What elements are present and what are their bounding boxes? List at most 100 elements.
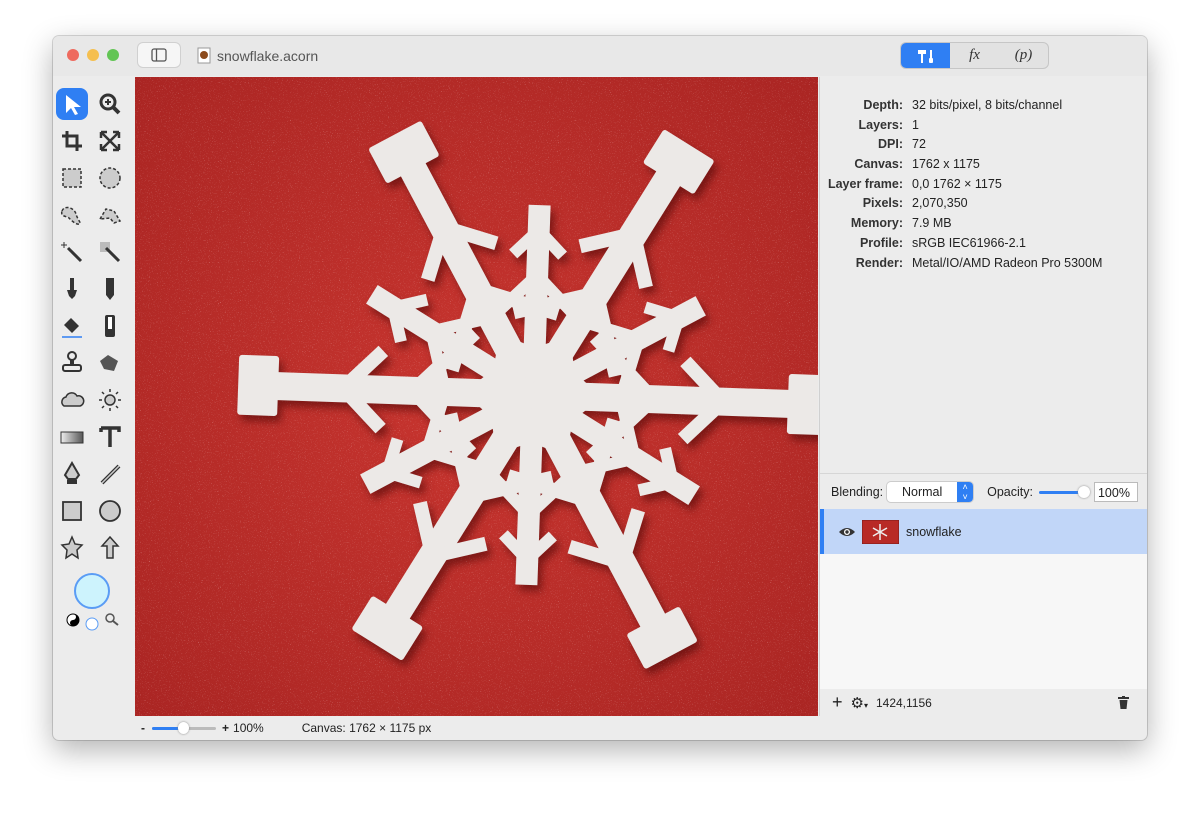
layers-footer: + ⚙▾ 1424,1156 <box>820 689 1147 716</box>
opacity-slider[interactable] <box>1038 485 1090 498</box>
paint-bucket-icon <box>105 315 115 337</box>
tool-smudge[interactable] <box>94 347 126 379</box>
zoom-slider[interactable] <box>152 722 216 734</box>
tool-paint-bucket[interactable] <box>94 310 126 342</box>
rectangle-icon <box>62 501 82 521</box>
tools-tab[interactable] <box>901 43 950 68</box>
sidebar-toggle-button[interactable] <box>138 43 180 67</box>
tool-color-select[interactable] <box>94 236 126 268</box>
tool-brush[interactable] <box>56 273 88 305</box>
tool-dodge-burn[interactable] <box>94 384 126 416</box>
close-button[interactable] <box>67 49 79 61</box>
snowflake-image <box>135 77 818 716</box>
info-value: 2,070,350 <box>912 196 968 211</box>
info-row: DPI: 72 <box>820 137 1147 157</box>
info-value: 1762 x 1175 <box>912 157 980 172</box>
panel-switcher: fx (p) <box>901 43 1048 68</box>
info-value: sRGB IEC61966-2.1 <box>912 235 1026 250</box>
brush-icon <box>67 278 77 299</box>
color-select-icon <box>100 242 121 263</box>
rect-select-icon <box>62 168 82 188</box>
cloud-icon <box>61 392 85 407</box>
info-row: Render: Metal/IO/AMD Radeon Pro 5300M <box>820 256 1147 276</box>
line-icon <box>100 464 121 485</box>
color-picker-icon <box>105 613 119 626</box>
eraser-icon <box>62 318 82 338</box>
tool-cloud[interactable] <box>56 384 88 416</box>
blending-select[interactable]: Normal ˄ ˅ <box>887 481 974 502</box>
arrow-icon <box>100 535 120 559</box>
secondary-color-well <box>85 617 99 631</box>
image-canvas[interactable] <box>135 77 818 716</box>
opacity-field[interactable]: 100% <box>1093 481 1138 502</box>
tool-gradient[interactable] <box>56 421 88 453</box>
info-value: 1 <box>912 117 919 132</box>
info-label: Layers: <box>858 117 903 132</box>
tool-polygon-lasso[interactable] <box>94 199 126 231</box>
tool-eraser[interactable] <box>56 310 88 342</box>
circle-icon <box>99 500 121 522</box>
tool-lasso[interactable] <box>56 199 88 231</box>
layer-thumbnail <box>862 519 899 544</box>
color-controls <box>66 613 119 631</box>
layer-row[interactable]: snowflake <box>820 509 1147 554</box>
cursor-coordinates: 1424,1156 <box>875 695 932 710</box>
zoom-in-button[interactable]: + <box>222 721 229 735</box>
tool-rect-select[interactable] <box>56 162 88 194</box>
clone-stamp-icon <box>62 351 82 372</box>
info-label: Canvas: <box>854 157 903 172</box>
dodge-burn-icon <box>99 389 121 411</box>
gradient-icon <box>60 431 84 444</box>
blending-value: Normal <box>901 484 943 499</box>
resize-icon <box>99 130 121 152</box>
trash-icon[interactable] <box>1118 696 1129 709</box>
crop-icon <box>62 131 82 151</box>
tool-select-arrow[interactable] <box>56 88 88 120</box>
document-icon <box>197 47 211 64</box>
tool-star[interactable] <box>56 532 88 564</box>
minimize-button[interactable] <box>87 49 99 61</box>
info-row: Memory: 7.9 MB <box>820 216 1147 236</box>
zoom-button[interactable] <box>107 49 119 61</box>
info-row: Canvas: 1762 x 1175 <box>820 157 1147 177</box>
tool-rectangle[interactable] <box>56 495 88 527</box>
info-label: Pixels: <box>862 196 903 211</box>
tool-text[interactable] <box>94 421 126 453</box>
opacity-label: Opacity: <box>987 484 1033 499</box>
info-row: Layers: 1 <box>820 118 1147 138</box>
canvas-size: Canvas: 1762 × 1175 px <box>301 721 432 735</box>
sidebar-icon <box>151 48 167 62</box>
filters-tab[interactable]: fx <box>950 43 999 68</box>
eye-icon[interactable] <box>838 526 856 538</box>
color-well[interactable] <box>74 573 110 609</box>
info-value: 7.9 MB <box>912 216 952 231</box>
zoom-icon <box>99 93 121 115</box>
image-info: Depth: 32 bits/pixel, 8 bits/channel Layer… <box>820 98 1147 275</box>
tool-circle[interactable] <box>94 495 126 527</box>
tool-line[interactable] <box>94 458 126 490</box>
info-value: 0,0 1762 × 1175 <box>912 176 1002 191</box>
tool-pen[interactable] <box>56 458 88 490</box>
info-row: Layer frame: 0,0 1762 × 1175 <box>820 177 1147 197</box>
tool-arrow[interactable] <box>94 532 126 564</box>
ellipse-select-icon <box>99 167 121 189</box>
tool-resize[interactable] <box>94 125 126 157</box>
info-value: 72 <box>912 137 926 152</box>
tool-pencil[interactable] <box>94 273 126 305</box>
tool-magic-wand[interactable] <box>56 236 88 268</box>
magic-wand-icon <box>61 242 83 263</box>
gear-menu-icon[interactable]: ⚙▾ <box>851 694 868 712</box>
tool-crop[interactable] <box>56 125 88 157</box>
tool-zoom[interactable] <box>94 88 126 120</box>
swap-colors-icon <box>66 613 80 627</box>
blending-label: Blending: <box>831 484 884 499</box>
document-window: snowflake.acorn fx (p) Depth: 32 bits/pi… <box>53 36 1147 740</box>
tool-ellipse-select[interactable] <box>94 162 126 194</box>
add-layer-button[interactable]: + <box>832 692 843 713</box>
info-label: Render: <box>855 255 903 270</box>
info-label: Layer frame: <box>827 176 903 191</box>
zoom-out-button[interactable]: - <box>141 721 145 735</box>
plugins-tab[interactable]: (p) <box>999 43 1048 68</box>
tool-clone-stamp[interactable] <box>56 347 88 379</box>
pen-icon <box>63 461 81 484</box>
